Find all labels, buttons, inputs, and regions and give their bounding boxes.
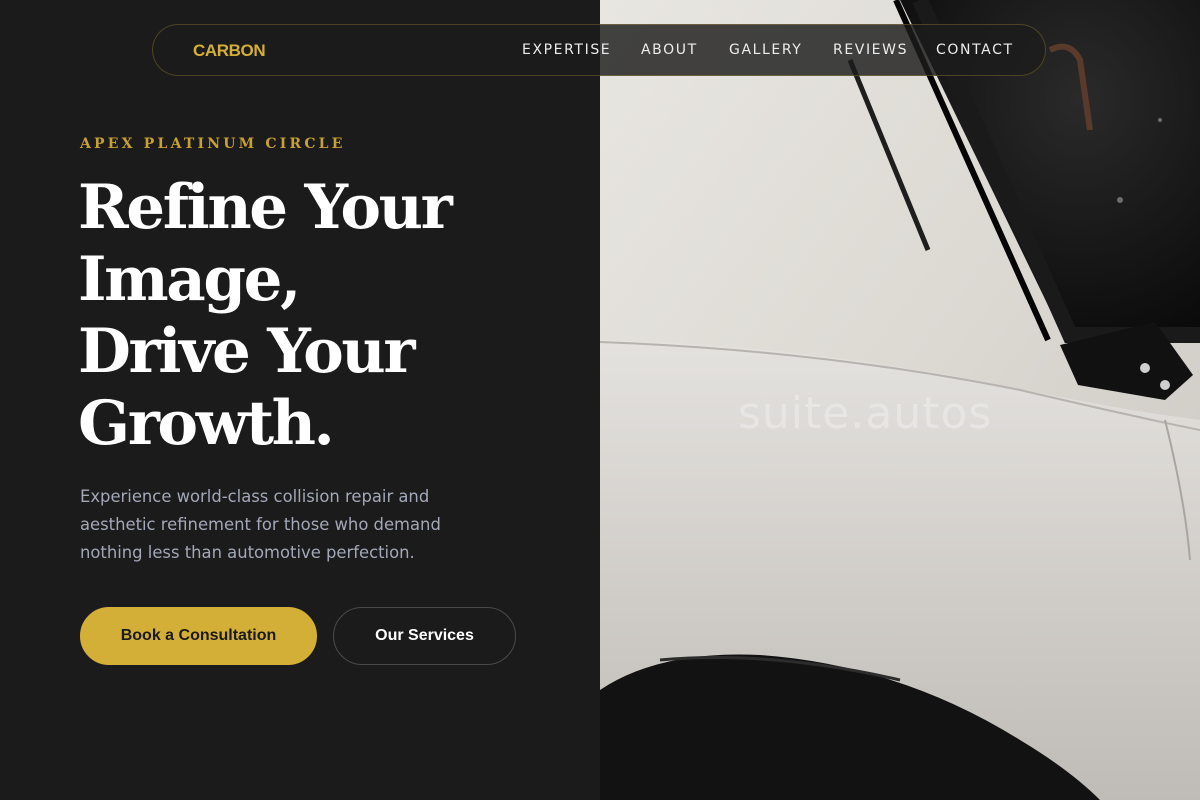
nav-gallery[interactable]: GALLERY	[729, 42, 802, 58]
photo-watermark: suite.autos	[738, 388, 993, 439]
headline-line-2: Image,	[78, 244, 301, 315]
book-consultation-button[interactable]: Book a Consultation	[80, 607, 317, 665]
hero-description: Experience world-class collision repair …	[80, 487, 441, 562]
headline-line-3: Drive Your	[78, 316, 416, 387]
nav-reviews[interactable]: REVIEWS	[833, 42, 908, 58]
headline-line-1: Refine Your	[78, 172, 453, 243]
nav-expertise[interactable]: EXPERTISE	[522, 42, 611, 58]
nav-contact[interactable]: CONTACT	[936, 42, 1014, 58]
hero-headline: Refine Your Image, Drive Your Growth.	[78, 172, 598, 460]
nav-about[interactable]: ABOUT	[641, 42, 698, 58]
headline-line-4: Growth.	[78, 388, 335, 459]
our-services-button[interactable]: Our Services	[333, 607, 516, 665]
brand-logo[interactable]: CARBON	[193, 41, 266, 61]
hero-eyebrow: APEX PLATINUM CIRCLE	[80, 136, 346, 152]
hero-car-image: suite.autos	[600, 0, 1200, 800]
top-navbar: CARBON EXPERTISE ABOUT GALLERY REVIEWS C…	[152, 24, 1046, 76]
